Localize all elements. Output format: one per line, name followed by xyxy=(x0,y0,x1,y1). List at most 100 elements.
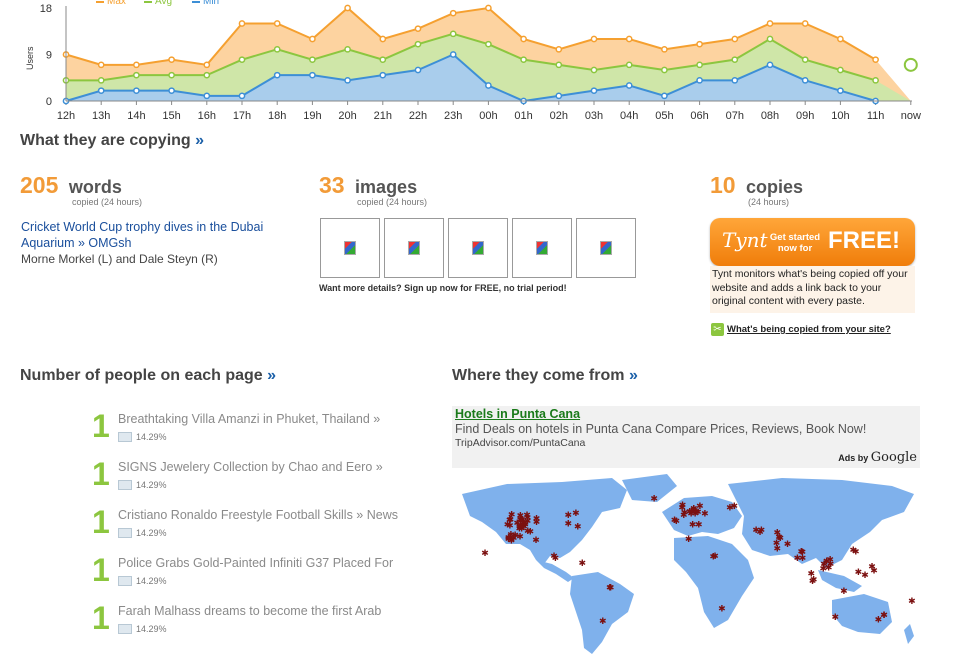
words-sub: copied (24 hours) xyxy=(72,197,143,207)
people-percent: 14.29% xyxy=(136,480,167,490)
copied-article-link[interactable]: Cricket World Cup trophy dives in the Du… xyxy=(21,220,263,250)
visitor-marker: ✱ xyxy=(831,612,839,622)
where-heading: Where they come from » xyxy=(452,367,638,385)
page-link[interactable]: Breathtaking Villa Amanzi in Phuket, Tha… xyxy=(118,412,380,426)
bar-icon xyxy=(118,432,132,442)
ad-box: Hotels in Punta Cana Find Deals on hotel… xyxy=(452,406,920,468)
copies-sub: (24 hours) xyxy=(748,197,790,207)
ads-by-text: Ads by xyxy=(838,453,869,463)
broken-image-icon xyxy=(600,241,612,255)
x-tick-label: 07h xyxy=(726,110,744,122)
point-avg xyxy=(379,56,387,64)
point-max xyxy=(872,56,879,64)
x-tick-label: 15h xyxy=(162,110,180,122)
point-avg xyxy=(485,40,492,48)
point-min xyxy=(168,87,175,95)
tynt-free-text: FREE! xyxy=(828,227,900,254)
whats-copied-link[interactable]: What's being copied from your site? xyxy=(727,324,891,335)
point-max xyxy=(168,56,175,64)
list-item: 1 Cristiano Ronaldo Freestyle Football S… xyxy=(92,502,422,546)
point-avg xyxy=(837,66,844,74)
point-avg xyxy=(661,66,668,74)
images-label: images xyxy=(355,177,418,197)
copied-image-thumb[interactable] xyxy=(512,218,572,278)
visitor-marker: ✱ xyxy=(504,520,512,530)
point-max xyxy=(449,9,457,17)
visitor-marker: ✱ xyxy=(574,521,582,531)
copied-image-thumb[interactable] xyxy=(576,218,636,278)
point-max xyxy=(766,20,774,27)
visitor-marker: ✱ xyxy=(908,596,916,606)
x-tick-label: 08h xyxy=(761,110,779,122)
point-max xyxy=(555,45,563,53)
copying-more-link[interactable]: » xyxy=(195,132,204,149)
copying-heading-text: What they are copying xyxy=(20,132,191,149)
x-tick-label: 03h xyxy=(585,110,603,122)
copied-image-thumb[interactable] xyxy=(320,218,380,278)
people-percent: 14.29% xyxy=(136,624,167,634)
visitor-marker: ✱ xyxy=(825,563,833,573)
point-avg xyxy=(168,71,175,79)
point-min xyxy=(133,87,140,95)
broken-image-icon xyxy=(408,241,420,255)
point-avg xyxy=(625,61,633,69)
x-tick-label: 19h xyxy=(303,110,321,122)
people-count: 1 xyxy=(92,552,110,588)
point-max xyxy=(801,20,809,27)
visitor-marker: ✱ xyxy=(855,567,863,577)
legend-label: Min xyxy=(203,0,219,7)
visitor-marker: ✱ xyxy=(773,538,781,548)
visitor-marker: ✱ xyxy=(578,558,586,568)
visitor-marker: ✱ xyxy=(533,517,541,527)
visitor-marker: ✱ xyxy=(718,604,726,614)
world-map: ✱✱✱✱✱✱✱✱✱✱✱✱✱✱✱✱✱✱✱✱✱✱✱✱✱✱✱ ✱✱✱✱✱✱✱✱ ✱✱ ✱✱✱… xyxy=(462,474,916,654)
people-percent: 14.29% xyxy=(136,576,167,586)
asia xyxy=(728,478,914,568)
visitor-marker: ✱ xyxy=(695,519,703,529)
point-max xyxy=(238,20,246,27)
copied-image-thumb[interactable] xyxy=(448,218,508,278)
point-max xyxy=(97,61,105,69)
ad-url[interactable]: TripAdvisor.com/PuntaCana xyxy=(455,437,585,449)
central-america xyxy=(536,560,574,582)
page-link[interactable]: Farah Malhass dreams to become the first… xyxy=(118,604,381,618)
words-block: 205 words copied (24 hours) xyxy=(20,172,142,207)
point-min xyxy=(766,61,774,69)
page-link[interactable]: SIGNS Jewelery Collection by Chao and Ee… xyxy=(118,460,383,474)
africa xyxy=(674,536,754,628)
people-heading-text: Number of people on each page xyxy=(20,367,263,384)
people-more-link[interactable]: » xyxy=(267,367,276,384)
point-avg xyxy=(449,30,457,38)
tynt-get-started-button[interactable]: Tynt Get started now for FREE! xyxy=(710,218,915,266)
scissors-icon: ✂ xyxy=(711,323,724,336)
where-more-link[interactable]: » xyxy=(629,367,638,384)
continents xyxy=(462,474,914,654)
point-max xyxy=(520,35,527,43)
ad-title-link[interactable]: Hotels in Punta Cana xyxy=(455,407,580,421)
point-avg xyxy=(872,76,879,84)
page-link[interactable]: Police Grabs Gold-Painted Infiniti G37 P… xyxy=(118,556,393,570)
bar-icon xyxy=(118,576,132,586)
point-avg xyxy=(273,45,281,53)
x-tick-label: 00h xyxy=(479,110,497,122)
point-avg xyxy=(414,40,422,48)
visitor-marker: ✱ xyxy=(709,551,717,561)
visitor-marker: ✱ xyxy=(565,518,573,528)
point-max xyxy=(625,35,633,43)
tynt-description: Tynt monitors what's being copied off yo… xyxy=(710,266,915,313)
tynt-link-row: ✂ What's being copied from your site? xyxy=(711,323,891,336)
people-percent: 14.29% xyxy=(136,432,167,442)
visitor-marker: ✱ xyxy=(731,501,739,511)
point-min xyxy=(801,76,809,84)
x-tick-label: 18h xyxy=(268,110,286,122)
page-link[interactable]: Cristiano Ronaldo Freestyle Football Ski… xyxy=(118,508,398,522)
list-item: 1 Police Grabs Gold-Painted Infiniti G37… xyxy=(92,550,422,594)
ads-by-google[interactable]: Ads by Google xyxy=(838,450,917,465)
x-tick-label: 09h xyxy=(796,110,814,122)
visitor-marker: ✱ xyxy=(524,526,532,536)
point-min xyxy=(309,71,316,79)
now-point xyxy=(903,57,918,72)
copied-image-thumb[interactable] xyxy=(384,218,444,278)
visitor-marker: ✱ xyxy=(694,507,702,517)
where-heading-text: Where they come from xyxy=(452,367,625,384)
